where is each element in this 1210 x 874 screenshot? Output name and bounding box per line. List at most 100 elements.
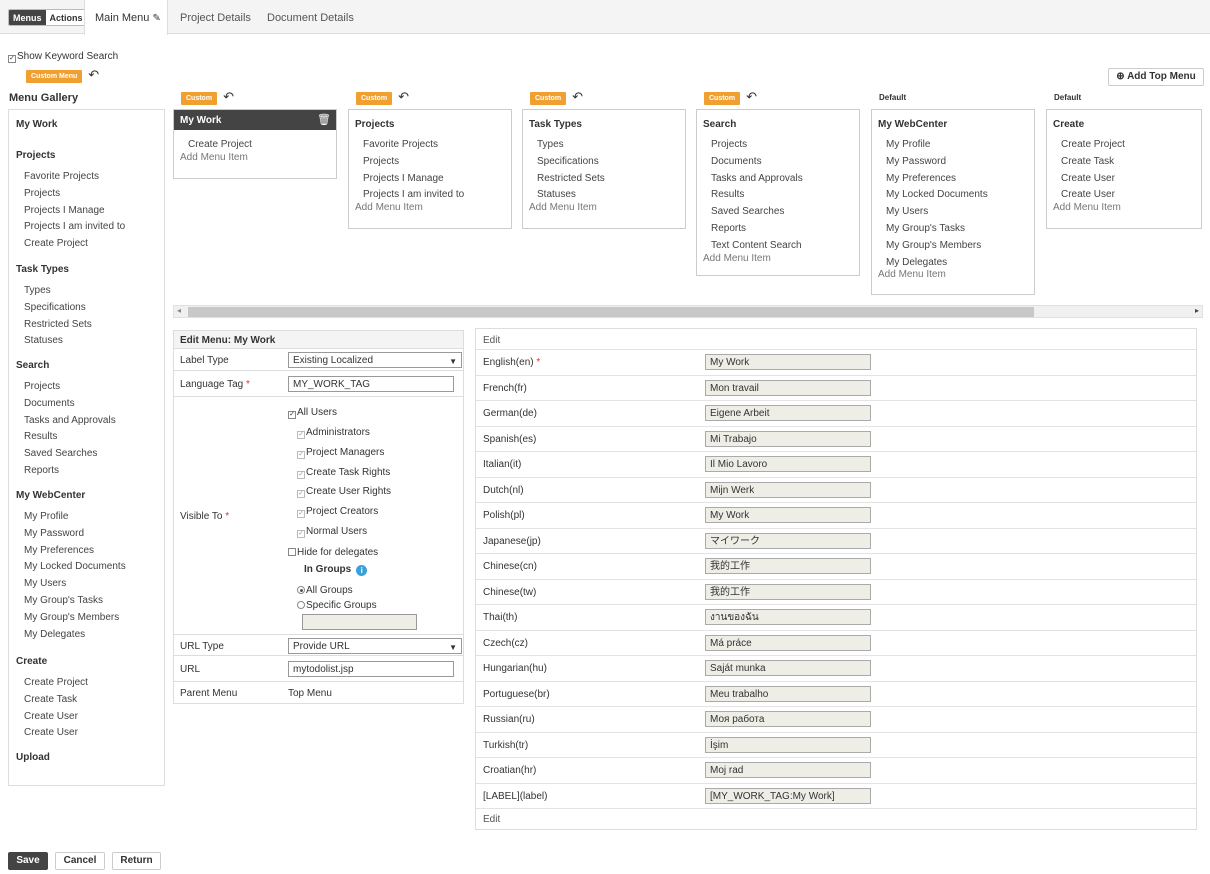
top-menu-item[interactable]: Reports xyxy=(711,223,746,234)
gallery-item[interactable]: Favorite Projects xyxy=(24,171,99,182)
gallery-item[interactable]: Types xyxy=(24,285,51,296)
edit-link-bottom[interactable]: Edit xyxy=(483,814,500,825)
url-input[interactable]: mytodolist.jsp xyxy=(288,661,454,677)
gallery-group-title[interactable]: Search xyxy=(16,360,49,371)
info-icon[interactable]: i xyxy=(356,565,368,576)
horizontal-scrollbar[interactable]: ◂ ▸ xyxy=(173,305,1203,318)
add-menu-item-link[interactable]: Add Menu Item xyxy=(355,202,423,213)
gallery-item[interactable]: Create Project xyxy=(24,677,88,688)
gallery-item[interactable]: My Users xyxy=(24,578,66,589)
top-menu-item[interactable]: Restricted Sets xyxy=(537,173,605,184)
gallery-item[interactable]: Results xyxy=(24,431,57,442)
gallery-item[interactable]: My Password xyxy=(24,528,84,539)
top-menu-item[interactable]: Saved Searches xyxy=(711,206,784,217)
translation-input[interactable]: マイワーク xyxy=(705,532,871,549)
hide-for-delegates-checkbox[interactable]: Hide for delegates xyxy=(288,547,378,558)
top-menu-item[interactable]: Favorite Projects xyxy=(363,139,438,150)
cancel-button[interactable]: Cancel xyxy=(55,852,105,870)
gallery-item[interactable]: Documents xyxy=(24,398,75,409)
save-button[interactable]: Save xyxy=(8,852,48,870)
role-checkbox[interactable]: ✓ Normal Users xyxy=(297,526,367,538)
translation-input[interactable]: İşim xyxy=(705,736,871,753)
top-menu-item[interactable]: Types xyxy=(537,139,564,150)
trash-icon[interactable]: 🗑 xyxy=(317,113,331,126)
top-menu-item[interactable]: Create Project xyxy=(1061,139,1125,150)
top-menu-item[interactable]: My Locked Documents xyxy=(886,189,988,200)
undo-icon[interactable]: ↶ xyxy=(746,90,757,103)
top-menu-item[interactable]: My Password xyxy=(886,156,946,167)
add-menu-item-link[interactable]: Add Menu Item xyxy=(1053,202,1121,213)
all-groups-radio[interactable]: All Groups xyxy=(297,585,353,596)
top-menu-item[interactable]: Documents xyxy=(711,156,762,167)
translation-input[interactable]: Saját munka xyxy=(705,660,871,676)
top-menu-item[interactable]: My Group's Tasks xyxy=(886,223,965,234)
gallery-item[interactable]: My Preferences xyxy=(24,545,94,556)
top-menu-item[interactable]: Statuses xyxy=(537,189,576,200)
role-checkbox[interactable]: ✓ Create User Rights xyxy=(297,486,391,499)
top-menu-item[interactable]: Create User xyxy=(1061,189,1115,200)
top-menu-item[interactable]: Create User xyxy=(1061,173,1115,184)
scroll-left-icon[interactable]: ◂ xyxy=(177,306,181,315)
top-menu-item[interactable]: Specifications xyxy=(537,156,599,167)
gallery-item[interactable]: My Group's Members xyxy=(24,612,119,623)
top-menu-item[interactable]: Tasks and Approvals xyxy=(711,173,803,184)
top-menu-item[interactable]: Projects xyxy=(363,156,399,167)
gallery-item[interactable]: Saved Searches xyxy=(24,448,97,459)
gallery-group-title[interactable]: Upload xyxy=(16,752,50,763)
role-checkbox[interactable]: ✓ Project Managers xyxy=(297,447,384,459)
top-menu-item[interactable]: Projects I am invited to xyxy=(363,189,464,200)
url-type-select[interactable]: Provide URL ▼ xyxy=(288,638,462,654)
tab-project-details[interactable]: Project Details xyxy=(180,0,251,34)
gallery-item[interactable]: Reports xyxy=(24,465,59,476)
top-menu-item[interactable]: Projects I Manage xyxy=(363,173,444,184)
top-menu-card[interactable]: My Work 🗑 Create Project Add Menu Item xyxy=(173,109,337,179)
translation-input[interactable]: 我的工作 xyxy=(705,583,871,600)
top-menu-item[interactable]: My Preferences xyxy=(886,173,956,184)
gallery-group-title[interactable]: My Work xyxy=(16,119,58,130)
top-menu-card[interactable]: Task Types Types Specifications Restricted … xyxy=(522,109,686,229)
translation-input[interactable]: Моя работа xyxy=(705,711,871,727)
translation-input[interactable]: 我的工作 xyxy=(705,558,871,574)
translation-input[interactable]: Il Mio Lavoro xyxy=(705,456,871,472)
top-menu-item[interactable]: Results xyxy=(711,189,744,200)
gallery-item[interactable]: Create Project xyxy=(24,238,88,249)
undo-icon[interactable]: ↶ xyxy=(572,90,583,103)
top-menu-item[interactable]: Text Content Search xyxy=(711,240,802,251)
translation-input[interactable]: My Work xyxy=(705,507,871,523)
top-menu-item[interactable]: Projects xyxy=(711,139,747,150)
scroll-right-icon[interactable]: ▸ xyxy=(1195,306,1199,315)
translation-input[interactable]: งานของฉัน xyxy=(705,609,871,625)
gallery-item[interactable]: Projects xyxy=(24,381,60,392)
gallery-item[interactable]: My Delegates xyxy=(24,629,85,640)
gallery-group-title[interactable]: Create xyxy=(16,656,47,667)
undo-icon[interactable]: ↶ xyxy=(223,90,234,103)
specific-groups-radio[interactable]: Specific Groups xyxy=(297,600,377,611)
gallery-item[interactable]: Restricted Sets xyxy=(24,319,92,330)
translation-input[interactable]: Eigene Arbeit xyxy=(705,405,871,421)
top-menu-card[interactable]: My WebCenter My Profile My Password My Pref… xyxy=(871,109,1035,295)
gallery-item[interactable]: Tasks and Approvals xyxy=(24,415,116,426)
translation-input[interactable]: Meu trabalho xyxy=(705,685,871,702)
gallery-item[interactable]: Projects xyxy=(24,188,60,199)
gallery-group-title[interactable]: My WebCenter xyxy=(16,490,85,501)
role-checkbox[interactable]: ✓ Project Creators xyxy=(297,506,378,519)
gallery-item[interactable]: My Group's Tasks xyxy=(24,595,103,606)
actions-toggle-button[interactable]: Actions xyxy=(45,10,87,25)
gallery-item[interactable]: Projects I Manage xyxy=(24,205,105,216)
undo-icon[interactable]: ↶ xyxy=(398,90,409,103)
gallery-item[interactable]: Create User xyxy=(24,711,78,722)
translation-input[interactable]: Moj rad xyxy=(705,762,871,778)
top-menu-card[interactable]: Search Projects Documents Tasks and Approva… xyxy=(696,109,860,276)
gallery-group-title[interactable]: Task Types xyxy=(16,264,69,275)
specific-groups-input[interactable] xyxy=(302,614,417,630)
menus-toggle-button[interactable]: Menus xyxy=(9,10,46,25)
translation-input[interactable]: Mon travail xyxy=(705,379,871,396)
tab-main-menu[interactable]: Main Menu ✎ xyxy=(84,0,168,35)
top-menu-item[interactable]: My Group's Members xyxy=(886,240,981,251)
translation-input[interactable]: Má práce xyxy=(705,634,871,651)
scrollbar-thumb[interactable] xyxy=(188,307,1034,317)
label-type-select[interactable]: Existing Localized ▼ xyxy=(288,352,462,368)
all-users-checkbox[interactable]: ✓ All Users xyxy=(288,407,337,419)
top-menu-item[interactable]: My Profile xyxy=(886,139,930,150)
add-top-menu-button[interactable]: ⊕ Add Top Menu xyxy=(1108,68,1204,86)
